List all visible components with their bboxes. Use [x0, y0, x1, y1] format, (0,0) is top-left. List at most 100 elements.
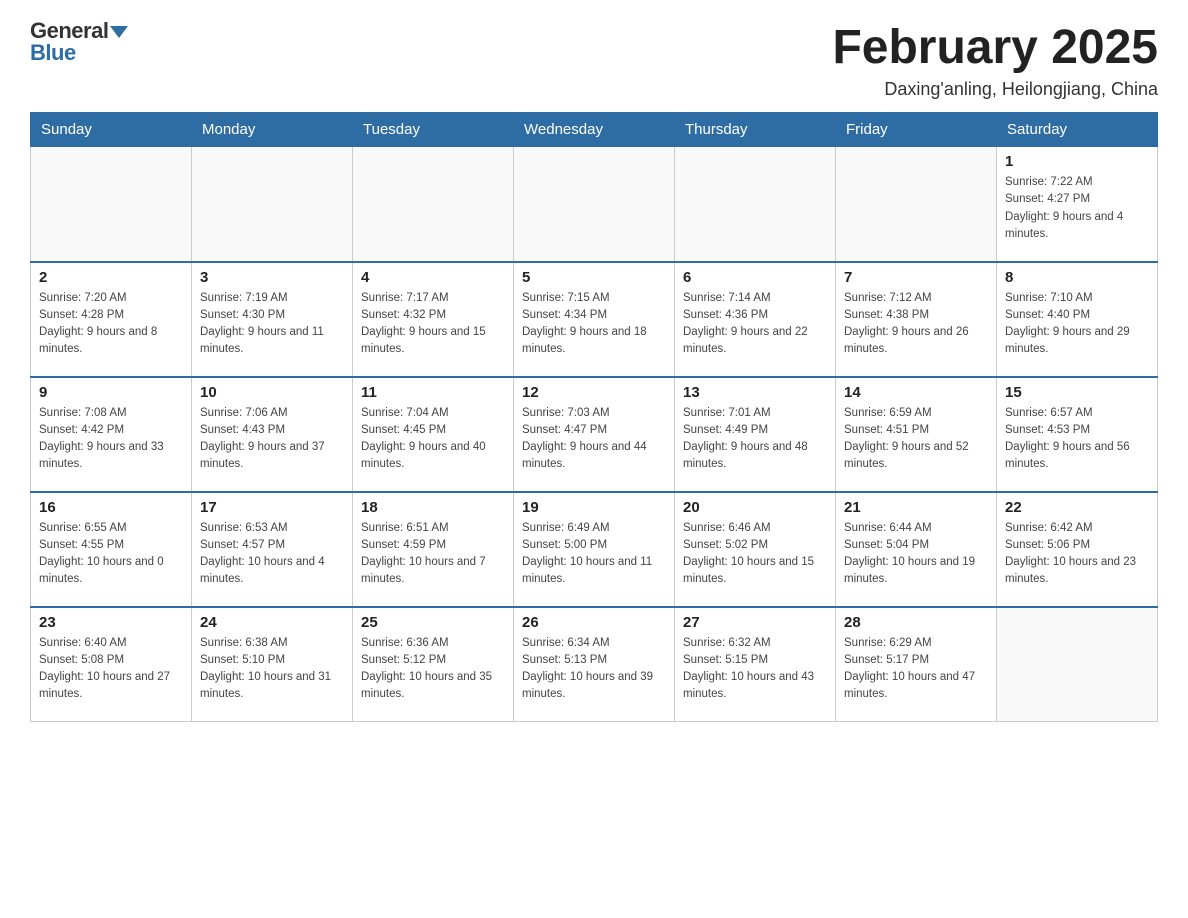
day-number-8: 8 — [1005, 269, 1149, 286]
logo-blue-text: Blue — [30, 40, 76, 65]
week-row-1: 2 Sunrise: 7:20 AMSunset: 4:28 PMDaylight… — [31, 262, 1158, 377]
day-number-7: 7 — [844, 269, 988, 286]
day-number-15: 15 — [1005, 384, 1149, 401]
day-info-16: Sunrise: 6:55 AMSunset: 4:55 PMDaylight:… — [39, 520, 183, 589]
calendar-cell-1-3: 5 Sunrise: 7:15 AMSunset: 4:34 PMDaylight… — [514, 262, 675, 377]
calendar-cell-4-0: 23 Sunrise: 6:40 AMSunset: 5:08 PMDayligh… — [31, 607, 192, 722]
logo-triangle-icon — [110, 26, 128, 38]
weekday-header-row: Sunday Monday Tuesday Wednesday Thursday… — [31, 113, 1158, 147]
day-info-21: Sunrise: 6:44 AMSunset: 5:04 PMDaylight:… — [844, 520, 988, 589]
day-number-28: 28 — [844, 614, 988, 631]
week-row-2: 9 Sunrise: 7:08 AMSunset: 4:42 PMDaylight… — [31, 377, 1158, 492]
location-subtitle: Daxing'anling, Heilongjiang, China — [30, 79, 1158, 100]
day-number-17: 17 — [200, 499, 344, 516]
day-info-23: Sunrise: 6:40 AMSunset: 5:08 PMDaylight:… — [39, 635, 183, 704]
title-block: February 2025 — [832, 20, 1158, 75]
calendar-table: Sunday Monday Tuesday Wednesday Thursday… — [30, 112, 1158, 722]
day-info-15: Sunrise: 6:57 AMSunset: 4:53 PMDaylight:… — [1005, 405, 1149, 474]
day-number-6: 6 — [683, 269, 827, 286]
day-number-5: 5 — [522, 269, 666, 286]
day-number-3: 3 — [200, 269, 344, 286]
day-info-25: Sunrise: 6:36 AMSunset: 5:12 PMDaylight:… — [361, 635, 505, 704]
calendar-cell-3-0: 16 Sunrise: 6:55 AMSunset: 4:55 PMDayligh… — [31, 492, 192, 607]
calendar-cell-3-3: 19 Sunrise: 6:49 AMSunset: 5:00 PMDayligh… — [514, 492, 675, 607]
day-info-18: Sunrise: 6:51 AMSunset: 4:59 PMDaylight:… — [361, 520, 505, 589]
day-number-26: 26 — [522, 614, 666, 631]
day-number-19: 19 — [522, 499, 666, 516]
day-info-22: Sunrise: 6:42 AMSunset: 5:06 PMDaylight:… — [1005, 520, 1149, 589]
day-info-28: Sunrise: 6:29 AMSunset: 5:17 PMDaylight:… — [844, 635, 988, 704]
day-info-9: Sunrise: 7:08 AMSunset: 4:42 PMDaylight:… — [39, 405, 183, 474]
day-info-26: Sunrise: 6:34 AMSunset: 5:13 PMDaylight:… — [522, 635, 666, 704]
day-number-9: 9 — [39, 384, 183, 401]
day-number-2: 2 — [39, 269, 183, 286]
header-sunday: Sunday — [31, 113, 192, 147]
day-info-17: Sunrise: 6:53 AMSunset: 4:57 PMDaylight:… — [200, 520, 344, 589]
header-wednesday: Wednesday — [514, 113, 675, 147]
calendar-cell-2-3: 12 Sunrise: 7:03 AMSunset: 4:47 PMDayligh… — [514, 377, 675, 492]
day-number-20: 20 — [683, 499, 827, 516]
day-info-10: Sunrise: 7:06 AMSunset: 4:43 PMDaylight:… — [200, 405, 344, 474]
calendar-cell-4-3: 26 Sunrise: 6:34 AMSunset: 5:13 PMDayligh… — [514, 607, 675, 722]
header-thursday: Thursday — [675, 113, 836, 147]
header-tuesday: Tuesday — [353, 113, 514, 147]
week-row-0: 1Sunrise: 7:22 AMSunset: 4:27 PMDaylight… — [31, 147, 1158, 262]
day-number-11: 11 — [361, 384, 505, 401]
day-number-18: 18 — [361, 499, 505, 516]
calendar-cell-3-1: 17 Sunrise: 6:53 AMSunset: 4:57 PMDayligh… — [192, 492, 353, 607]
calendar-cell-2-1: 10Sunrise: 7:06 AMSunset: 4:43 PMDayligh… — [192, 377, 353, 492]
calendar-cell-2-0: 9 Sunrise: 7:08 AMSunset: 4:42 PMDaylight… — [31, 377, 192, 492]
day-info-24: Sunrise: 6:38 AMSunset: 5:10 PMDaylight:… — [200, 635, 344, 704]
calendar-cell-0-5 — [836, 147, 997, 262]
day-info-6: Sunrise: 7:14 AMSunset: 4:36 PMDaylight:… — [683, 290, 827, 359]
day-info-11: Sunrise: 7:04 AMSunset: 4:45 PMDaylight:… — [361, 405, 505, 474]
calendar-cell-0-1 — [192, 147, 353, 262]
calendar-cell-0-3 — [514, 147, 675, 262]
calendar-cell-1-1: 3 Sunrise: 7:19 AMSunset: 4:30 PMDaylight… — [192, 262, 353, 377]
day-info-12: Sunrise: 7:03 AMSunset: 4:47 PMDaylight:… — [522, 405, 666, 474]
calendar-cell-1-0: 2 Sunrise: 7:20 AMSunset: 4:28 PMDaylight… — [31, 262, 192, 377]
day-number-12: 12 — [522, 384, 666, 401]
day-number-23: 23 — [39, 614, 183, 631]
day-number-25: 25 — [361, 614, 505, 631]
header-saturday: Saturday — [997, 113, 1158, 147]
calendar-cell-2-5: 14Sunrise: 6:59 AMSunset: 4:51 PMDayligh… — [836, 377, 997, 492]
day-info-3: Sunrise: 7:19 AMSunset: 4:30 PMDaylight:… — [200, 290, 344, 359]
day-info-5: Sunrise: 7:15 AMSunset: 4:34 PMDaylight:… — [522, 290, 666, 359]
calendar-cell-4-5: 28 Sunrise: 6:29 AMSunset: 5:17 PMDayligh… — [836, 607, 997, 722]
day-number-22: 22 — [1005, 499, 1149, 516]
calendar-cell-1-2: 4 Sunrise: 7:17 AMSunset: 4:32 PMDaylight… — [353, 262, 514, 377]
week-row-3: 16 Sunrise: 6:55 AMSunset: 4:55 PMDayligh… — [31, 492, 1158, 607]
calendar-cell-3-4: 20Sunrise: 6:46 AMSunset: 5:02 PMDayligh… — [675, 492, 836, 607]
header-friday: Friday — [836, 113, 997, 147]
day-info-7: Sunrise: 7:12 AMSunset: 4:38 PMDaylight:… — [844, 290, 988, 359]
calendar-cell-3-2: 18 Sunrise: 6:51 AMSunset: 4:59 PMDayligh… — [353, 492, 514, 607]
day-info-4: Sunrise: 7:17 AMSunset: 4:32 PMDaylight:… — [361, 290, 505, 359]
day-info-8: Sunrise: 7:10 AMSunset: 4:40 PMDaylight:… — [1005, 290, 1149, 359]
day-number-16: 16 — [39, 499, 183, 516]
day-info-27: Sunrise: 6:32 AMSunset: 5:15 PMDaylight:… — [683, 635, 827, 704]
day-number-4: 4 — [361, 269, 505, 286]
calendar-cell-0-6: 1Sunrise: 7:22 AMSunset: 4:27 PMDaylight… — [997, 147, 1158, 262]
calendar-cell-0-0 — [31, 147, 192, 262]
day-info-19: Sunrise: 6:49 AMSunset: 5:00 PMDaylight:… — [522, 520, 666, 589]
day-info-14: Sunrise: 6:59 AMSunset: 4:51 PMDaylight:… — [844, 405, 988, 474]
calendar-cell-4-4: 27 Sunrise: 6:32 AMSunset: 5:15 PMDayligh… — [675, 607, 836, 722]
day-number-27: 27 — [683, 614, 827, 631]
calendar-cell-4-1: 24Sunrise: 6:38 AMSunset: 5:10 PMDayligh… — [192, 607, 353, 722]
day-number-13: 13 — [683, 384, 827, 401]
logo-line1: General — [30, 20, 128, 42]
day-info-2: Sunrise: 7:20 AMSunset: 4:28 PMDaylight:… — [39, 290, 183, 359]
calendar-cell-4-2: 25 Sunrise: 6:36 AMSunset: 5:12 PMDayligh… — [353, 607, 514, 722]
page-header: General Blue February 2025 — [30, 20, 1158, 75]
header-monday: Monday — [192, 113, 353, 147]
calendar-cell-2-4: 13Sunrise: 7:01 AMSunset: 4:49 PMDayligh… — [675, 377, 836, 492]
calendar-cell-2-2: 11 Sunrise: 7:04 AMSunset: 4:45 PMDayligh… — [353, 377, 514, 492]
calendar-cell-3-6: 22 Sunrise: 6:42 AMSunset: 5:06 PMDayligh… — [997, 492, 1158, 607]
calendar-cell-0-2 — [353, 147, 514, 262]
calendar-cell-4-6 — [997, 607, 1158, 722]
week-row-4: 23 Sunrise: 6:40 AMSunset: 5:08 PMDayligh… — [31, 607, 1158, 722]
calendar-cell-3-5: 21Sunrise: 6:44 AMSunset: 5:04 PMDayligh… — [836, 492, 997, 607]
calendar-cell-1-4: 6 Sunrise: 7:14 AMSunset: 4:36 PMDaylight… — [675, 262, 836, 377]
calendar-cell-1-5: 7 Sunrise: 7:12 AMSunset: 4:38 PMDaylight… — [836, 262, 997, 377]
